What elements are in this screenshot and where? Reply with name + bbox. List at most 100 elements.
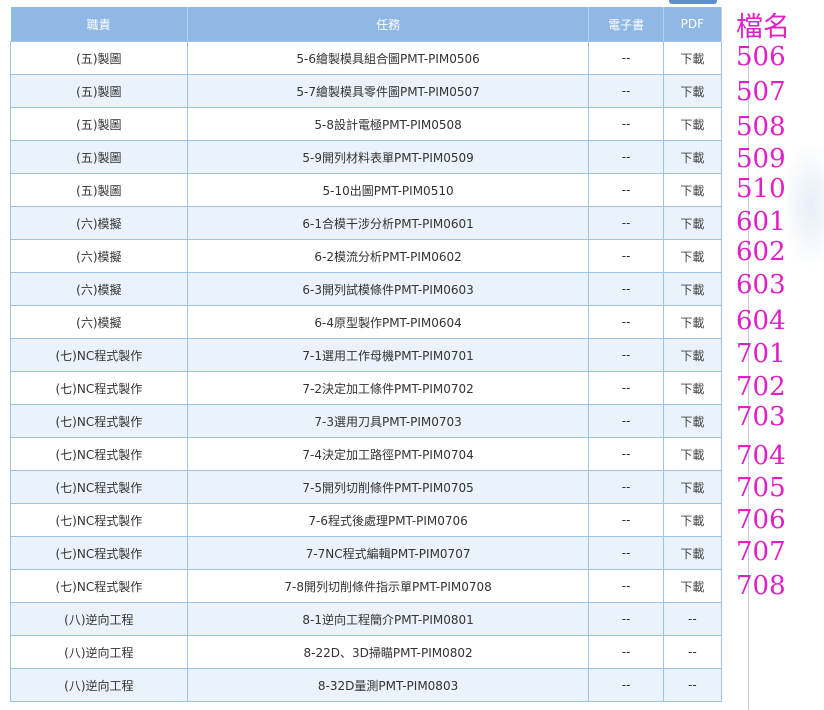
duty-cell: (五)製圖 [10, 173, 188, 207]
pdf-cell[interactable]: 下載 [662, 338, 723, 372]
pdf-download-link[interactable]: 下載 [680, 316, 704, 330]
background-cloud [780, 140, 824, 270]
ebook-cell: -- [588, 107, 664, 141]
pdf-download-link[interactable]: 下載 [680, 448, 704, 462]
duty-cell: (六)模擬 [10, 272, 188, 306]
pdf-cell: -- [662, 602, 723, 636]
pdf-download-link[interactable]: 下載 [680, 283, 704, 297]
ebook-cell: -- [588, 305, 664, 339]
pdf-download-link[interactable]: 下載 [680, 580, 704, 594]
table-body: (五)製圖 5-6繪製模具組合圖PMT-PIM0506 -- 下載 (五)製圖 5-7繪製… [10, 41, 723, 702]
pdf-cell[interactable]: 下載 [662, 272, 723, 306]
task-cell: 7-7NC程式編輯PMT-PIM0707 [186, 536, 590, 570]
pdf-download-link[interactable]: 下載 [680, 217, 704, 231]
task-cell: 7-2決定加工條件PMT-PIM0702 [186, 371, 590, 405]
task-cell: 6-2模流分析PMT-PIM0602 [186, 239, 590, 273]
ebook-cell: -- [588, 470, 664, 504]
table-row: (七)NC程式製作 7-6程式後處理PMT-PIM0706 -- 下載 [10, 503, 723, 537]
annotation-header: 檔名 [736, 12, 790, 43]
table-row: (七)NC程式製作 7-8開列切削條件指示單PMT-PIM0708 -- 下載 [10, 569, 723, 603]
task-cell: 5-8設計電極PMT-PIM0508 [186, 107, 590, 141]
task-cell: 7-6程式後處理PMT-PIM0706 [186, 503, 590, 537]
ebook-cell: -- [588, 635, 664, 669]
ebook-cell: -- [588, 668, 664, 702]
pdf-cell[interactable]: 下載 [662, 569, 723, 603]
ebook-cell: -- [588, 404, 664, 438]
table-row: (五)製圖 5-9開列材料表單PMT-PIM0509 -- 下載 [10, 140, 723, 174]
pdf-download-link[interactable]: 下載 [680, 184, 704, 198]
table-row: (六)模擬 6-2模流分析PMT-PIM0602 -- 下載 [10, 239, 723, 273]
file-label: 707 [736, 537, 786, 567]
task-cell: 6-4原型製作PMT-PIM0604 [186, 305, 590, 339]
table-row: (五)製圖 5-7繪製模具零件圖PMT-PIM0507 -- 下載 [10, 74, 723, 108]
table-row: (七)NC程式製作 7-7NC程式編輯PMT-PIM0707 -- 下載 [10, 536, 723, 570]
ebook-cell: -- [588, 272, 664, 306]
task-cell: 7-5開列切削條件PMT-PIM0705 [186, 470, 590, 504]
duty-cell: (七)NC程式製作 [10, 404, 188, 438]
duty-cell: (七)NC程式製作 [10, 503, 188, 537]
pdf-cell[interactable]: 下載 [662, 239, 723, 273]
pdf-download-link[interactable]: 下載 [680, 514, 704, 528]
table-row: (八)逆向工程 8-32D量測PMT-PIM0803 -- -- [10, 668, 723, 702]
pdf-download-link[interactable]: 下載 [680, 547, 704, 561]
pdf-cell[interactable]: 下載 [662, 74, 723, 108]
file-label: 706 [736, 505, 786, 535]
task-cell: 5-10出圖PMT-PIM0510 [186, 173, 590, 207]
task-cell: 7-3選用刀具PMT-PIM0703 [186, 404, 590, 438]
pdf-download-link[interactable]: 下載 [680, 481, 704, 495]
pdf-cell[interactable]: 下載 [662, 206, 723, 240]
task-cell: 8-22D、3D掃瞄PMT-PIM0802 [186, 635, 590, 669]
pdf-download-link[interactable]: 下載 [680, 349, 704, 363]
file-label: 508 [736, 112, 786, 142]
pdf-download-link[interactable]: 下載 [680, 250, 704, 264]
table-row: (六)模擬 6-4原型製作PMT-PIM0604 -- 下載 [10, 305, 723, 339]
ebook-cell: -- [588, 536, 664, 570]
table-header-row: 職責 任務 電子書 PDF [10, 7, 723, 42]
pdf-cell[interactable]: 下載 [662, 305, 723, 339]
pdf-cell[interactable]: 下載 [662, 140, 723, 174]
top-tab-edge [669, 0, 717, 4]
pdf-cell[interactable]: 下載 [662, 107, 723, 141]
duty-cell: (八)逆向工程 [10, 602, 188, 636]
task-cell: 6-1合模干涉分析PMT-PIM0601 [186, 206, 590, 240]
table-row: (五)製圖 5-6繪製模具組合圖PMT-PIM0506 -- 下載 [10, 41, 723, 75]
ebook-cell: -- [588, 503, 664, 537]
pdf-cell: -- [662, 635, 723, 669]
table-row: (八)逆向工程 8-22D、3D掃瞄PMT-PIM0802 -- -- [10, 635, 723, 669]
duty-cell: (七)NC程式製作 [10, 437, 188, 471]
task-cell: 6-3開列試模條件PMT-PIM0603 [186, 272, 590, 306]
pdf-download-link[interactable]: 下載 [680, 52, 704, 66]
header-ebook: 電子書 [588, 7, 664, 42]
file-label: 604 [736, 306, 786, 336]
file-label: 507 [736, 77, 786, 107]
pdf-cell[interactable]: 下載 [662, 404, 723, 438]
table-row: (六)模擬 6-1合模干涉分析PMT-PIM0601 -- 下載 [10, 206, 723, 240]
file-label: 705 [736, 473, 786, 503]
duty-cell: (七)NC程式製作 [10, 470, 188, 504]
pdf-download-link[interactable]: 下載 [680, 382, 704, 396]
pdf-cell[interactable]: 下載 [662, 503, 723, 537]
task-cell: 5-7繪製模具零件圖PMT-PIM0507 [186, 74, 590, 108]
pdf-cell[interactable]: 下載 [662, 173, 723, 207]
pdf-cell[interactable]: 下載 [662, 536, 723, 570]
duty-cell: (七)NC程式製作 [10, 338, 188, 372]
table-row: (七)NC程式製作 7-2決定加工條件PMT-PIM0702 -- 下載 [10, 371, 723, 405]
pdf-cell[interactable]: 下載 [662, 371, 723, 405]
duty-cell: (八)逆向工程 [10, 668, 188, 702]
duty-cell: (五)製圖 [10, 107, 188, 141]
pdf-cell[interactable]: 下載 [662, 470, 723, 504]
header-task: 任務 [187, 7, 590, 42]
ebook-cell: -- [588, 437, 664, 471]
task-cell: 8-32D量測PMT-PIM0803 [186, 668, 590, 702]
pdf-cell[interactable]: 下載 [662, 41, 723, 75]
file-label: 601 [736, 207, 786, 237]
pdf-download-link[interactable]: 下載 [680, 85, 704, 99]
pdf-download-link[interactable]: 下載 [680, 151, 704, 165]
ebook-cell: -- [588, 140, 664, 174]
pdf-cell: -- [662, 668, 723, 702]
pdf-download-link[interactable]: 下載 [680, 415, 704, 429]
pdf-cell[interactable]: 下載 [662, 437, 723, 471]
ebook-cell: -- [588, 74, 664, 108]
pdf-download-link[interactable]: 下載 [680, 118, 704, 132]
file-label: 701 [736, 339, 786, 369]
